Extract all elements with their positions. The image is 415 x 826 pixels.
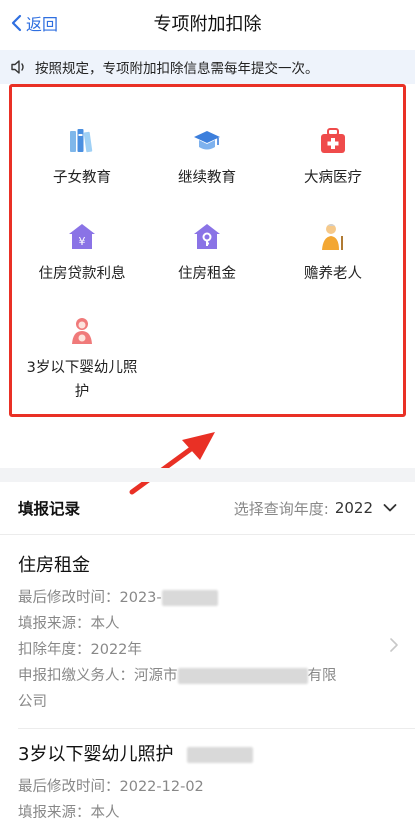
category-label: 大病医疗 (304, 170, 362, 186)
house-yuan-icon: ¥ (69, 224, 95, 249)
record-card-infant-care[interactable]: 3岁以下婴幼儿照护 最后修改时间：2022-12-02 填报来源：本人 (0, 742, 415, 826)
section-gap (0, 468, 415, 482)
category-serious-illness[interactable]: 大病医疗 (268, 126, 398, 190)
record-modified-value: 2022-12-02 (119, 779, 204, 795)
record-modified-label: 最后修改时间： (18, 590, 120, 606)
category-label: 住房贷款利息 (38, 266, 126, 282)
category-infant-care[interactable]: 3岁以下婴幼儿照护 (17, 316, 147, 404)
baby-care-icon (72, 318, 92, 344)
graduation-cap-icon (194, 131, 220, 150)
record-modified-label: 最后修改时间： (18, 779, 120, 795)
page-title: 专项附加扣除 (153, 14, 262, 35)
record-agent-prefix: 申报扣缴义务人：河源市 (18, 668, 178, 684)
record-agent-suffix: 有限 (307, 668, 337, 684)
chevron-down-icon (383, 504, 397, 512)
category-grid: 子女教育 继续教育 大病医疗 ¥ 住房贷款利息 住房租金 赡养老人 3岁以下婴幼… (0, 84, 415, 434)
category-elderly-support[interactable]: 赡养老人 (268, 222, 398, 286)
blurred-redaction (177, 668, 308, 684)
record-source: 填报来源：本人 (18, 616, 120, 632)
category-label: 子女教育 (53, 170, 111, 186)
record-divider (18, 728, 415, 729)
year-selector[interactable]: 选择查询年度: 2022 (234, 498, 397, 519)
record-modified-time: 最后修改时间：2023- (18, 585, 397, 611)
elderly-person-icon (322, 224, 343, 250)
records-divider (0, 534, 415, 535)
record-modified-time: 最后修改时间：2022-12-02 (18, 774, 397, 800)
blurred-redaction (161, 590, 218, 606)
blurred-redaction (187, 747, 254, 763)
category-label: 赡养老人 (304, 266, 362, 282)
back-label: 返回 (26, 15, 59, 34)
record-card-housing-rent[interactable]: 住房租金 最后修改时间：2023- 填报来源：本人 扣除年度：2022年 申报扣… (0, 553, 415, 715)
category-continuing-education[interactable]: 继续教育 (142, 126, 272, 190)
category-housing-rent[interactable]: 住房租金 (142, 222, 272, 286)
record-title: 住房租金 (18, 555, 90, 576)
books-icon (70, 129, 93, 153)
back-button[interactable]: 返回 (10, 10, 58, 36)
category-children-education[interactable]: 子女教育 (17, 126, 147, 190)
notice-text: 按照规定，专项附加扣除信息需每年提交一次。 (35, 61, 319, 77)
records-header: 填报记录 选择查询年度: 2022 (0, 482, 415, 534)
chevron-right-icon (390, 638, 398, 652)
svg-text:¥: ¥ (79, 235, 86, 248)
record-withholding-agent: 申报扣缴义务人：河源市 有限 (18, 663, 397, 689)
notice-bar: 按照规定，专项附加扣除信息需每年提交一次。 (0, 50, 415, 84)
record-agent-line2: 公司 (18, 694, 47, 710)
speaker-icon (11, 60, 24, 74)
records-title: 填报记录 (18, 500, 81, 518)
nav-bar: 返回 专项附加扣除 (0, 0, 415, 46)
house-key-icon (194, 224, 220, 249)
chevron-left-icon (11, 14, 22, 32)
record-year: 扣除年度：2022年 (18, 642, 142, 658)
year-selector-label: 选择查询年度: (233, 499, 329, 518)
record-title-text: 3岁以下婴幼儿照护 (18, 744, 174, 765)
record-title: 3岁以下婴幼儿照护 (18, 742, 397, 768)
record-source: 填报来源：本人 (18, 805, 120, 821)
record-modified-value: 2023- (119, 590, 162, 606)
category-label: 住房租金 (178, 266, 236, 282)
year-selector-value: 2022 (334, 499, 373, 517)
category-housing-loan-interest[interactable]: ¥ 住房贷款利息 (17, 222, 147, 286)
category-label: 3岁以下婴幼儿照护 (26, 360, 138, 400)
category-label: 继续教育 (178, 170, 236, 186)
medical-kit-icon (321, 128, 345, 153)
